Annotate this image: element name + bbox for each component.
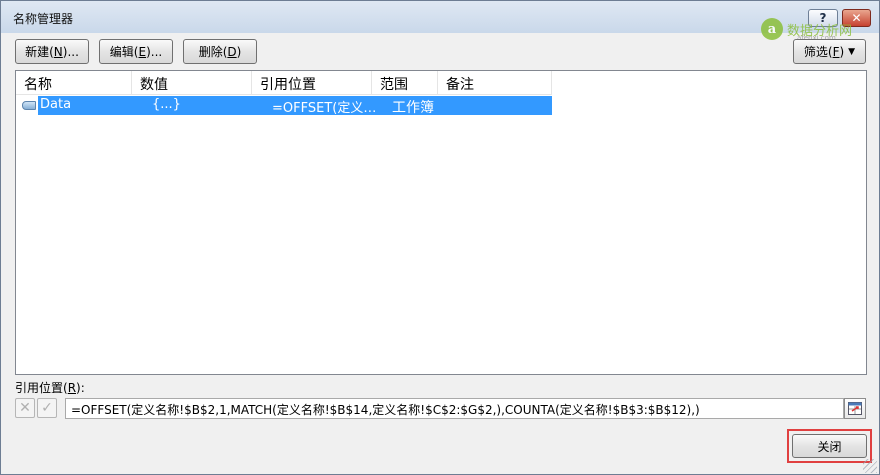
filter-button-accelerator: F (832, 44, 840, 59)
resize-grip-icon[interactable] (863, 459, 877, 473)
delete-button[interactable]: 删除(D) (183, 39, 257, 64)
name-manager-dialog: 名称管理器 ? ✕ a 数据分析网 afenxi.com 新建(N)... 编辑… (0, 0, 880, 475)
confirm-icon[interactable]: ✓ (37, 398, 57, 418)
dialog-title: 名称管理器 (13, 12, 74, 26)
cancel-icon[interactable]: ✕ (15, 398, 35, 418)
refers-to-label-accelerator: R (67, 381, 77, 395)
row-scope: 工作簿 (392, 100, 434, 116)
delete-button-label: 删除( (198, 45, 228, 59)
close-button[interactable]: 关闭 (792, 434, 867, 458)
column-header-refers-to[interactable]: 引用位置 (252, 71, 372, 95)
watermark-logo-icon: a (761, 18, 783, 40)
refers-to-input[interactable]: =OFFSET(定义名称!$B$2,1,MATCH(定义名称!$B$14,定义名… (65, 398, 844, 419)
chevron-down-icon: ▼ (848, 46, 856, 57)
range-select-icon (848, 402, 862, 415)
new-button-label: 新建( (25, 45, 54, 59)
names-list[interactable]: 名称 数值 引用位置 范围 备注 Data {...} =OFFSET(定义… … (15, 70, 867, 375)
edit-button-accelerator: E (138, 44, 147, 59)
refers-to-label: 引用位置(R): (15, 379, 85, 396)
row-refers-to: =OFFSET(定义… (272, 101, 377, 116)
named-range-icon (22, 101, 36, 110)
watermark: a 数据分析网 afenxi.com (761, 18, 852, 42)
new-button-suffix: )... (62, 44, 79, 59)
filter-button-suffix: ) (839, 44, 845, 59)
edit-button-suffix: )... (146, 44, 163, 59)
delete-button-accelerator: D (227, 44, 237, 59)
column-header-scope[interactable]: 范围 (372, 71, 438, 95)
refers-to-label-suffix: ): (76, 381, 85, 395)
column-header-comment[interactable]: 备注 (438, 71, 552, 95)
new-button[interactable]: 新建(N)... (15, 39, 89, 64)
new-button-accelerator: N (53, 44, 63, 59)
edit-button-label: 编辑( (109, 45, 139, 59)
edit-button[interactable]: 编辑(E)... (99, 39, 173, 64)
refers-to-label-text: 引用位置( (15, 381, 68, 395)
collapse-dialog-button[interactable] (844, 398, 866, 419)
title-bar[interactable]: 名称管理器 ? ✕ (1, 1, 879, 33)
column-header-value[interactable]: 数值 (132, 71, 252, 95)
row-name: Data (40, 97, 72, 112)
delete-button-suffix: ) (236, 44, 242, 59)
filter-button-label: 筛选( (803, 45, 833, 59)
row-value: {...} (152, 97, 181, 112)
column-header-name[interactable]: 名称 (16, 71, 132, 95)
filter-button[interactable]: 筛选(F) ▼ (793, 39, 866, 64)
table-row[interactable]: Data {...} =OFFSET(定义… 工作簿 (20, 96, 552, 116)
list-header: 名称 数值 引用位置 范围 备注 (16, 71, 552, 95)
